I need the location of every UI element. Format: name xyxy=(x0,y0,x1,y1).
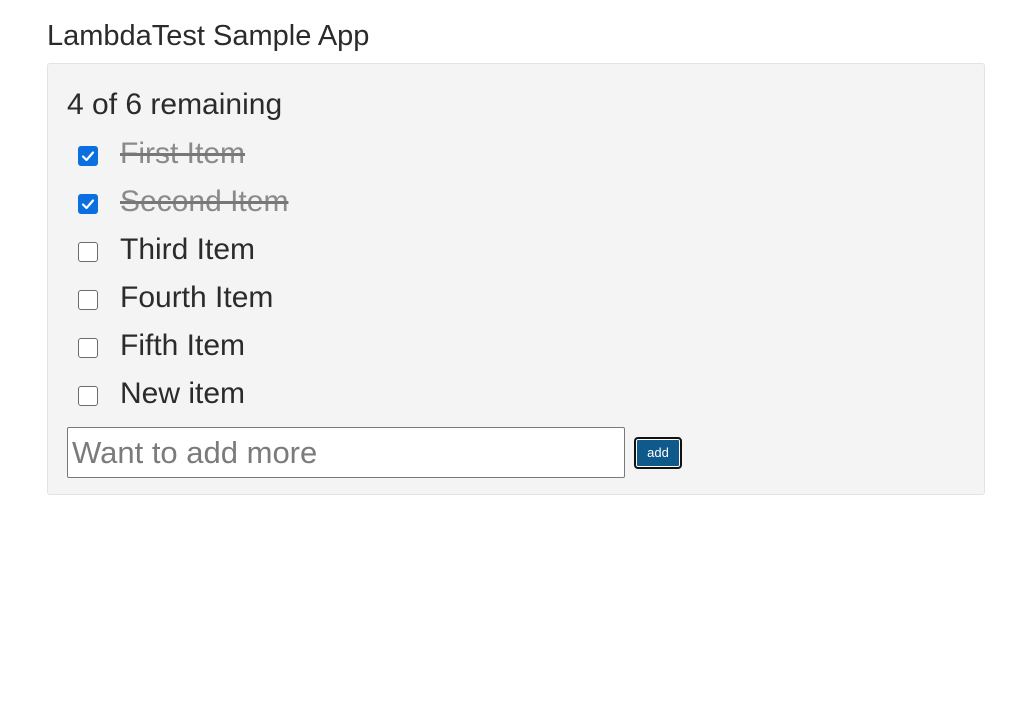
todo-item: Fourth Item xyxy=(48,276,984,324)
remaining-count: 4 of 6 remaining xyxy=(67,88,283,121)
todo-checkbox[interactable] xyxy=(78,338,98,358)
todo-item: Third Item xyxy=(48,228,984,276)
todo-panel: 4 of 6 remaining First Item Second Item … xyxy=(47,63,985,495)
todo-list: First Item Second Item Third Item Fourth… xyxy=(48,132,984,420)
todo-item: New item xyxy=(48,372,984,420)
check-icon xyxy=(81,151,95,162)
app-title: LambdaTest Sample App xyxy=(47,20,370,52)
todo-item: Second Item xyxy=(48,180,984,228)
todo-label: Second Item xyxy=(120,185,289,218)
add-item-input[interactable] xyxy=(67,427,625,478)
todo-checkbox[interactable] xyxy=(78,290,98,310)
todo-checkbox[interactable] xyxy=(78,194,98,214)
todo-checkbox[interactable] xyxy=(78,386,98,406)
todo-checkbox[interactable] xyxy=(78,146,98,166)
todo-checkbox[interactable] xyxy=(78,242,98,262)
todo-item: Fifth Item xyxy=(48,324,984,372)
todo-label: First Item xyxy=(120,137,245,170)
todo-item: First Item xyxy=(48,132,984,180)
todo-label: Fourth Item xyxy=(120,281,274,314)
add-button[interactable]: add xyxy=(634,437,682,469)
check-icon xyxy=(81,199,95,210)
todo-label: Fifth Item xyxy=(120,329,246,362)
todo-label: New item xyxy=(120,377,246,410)
todo-label: Third Item xyxy=(120,233,256,266)
